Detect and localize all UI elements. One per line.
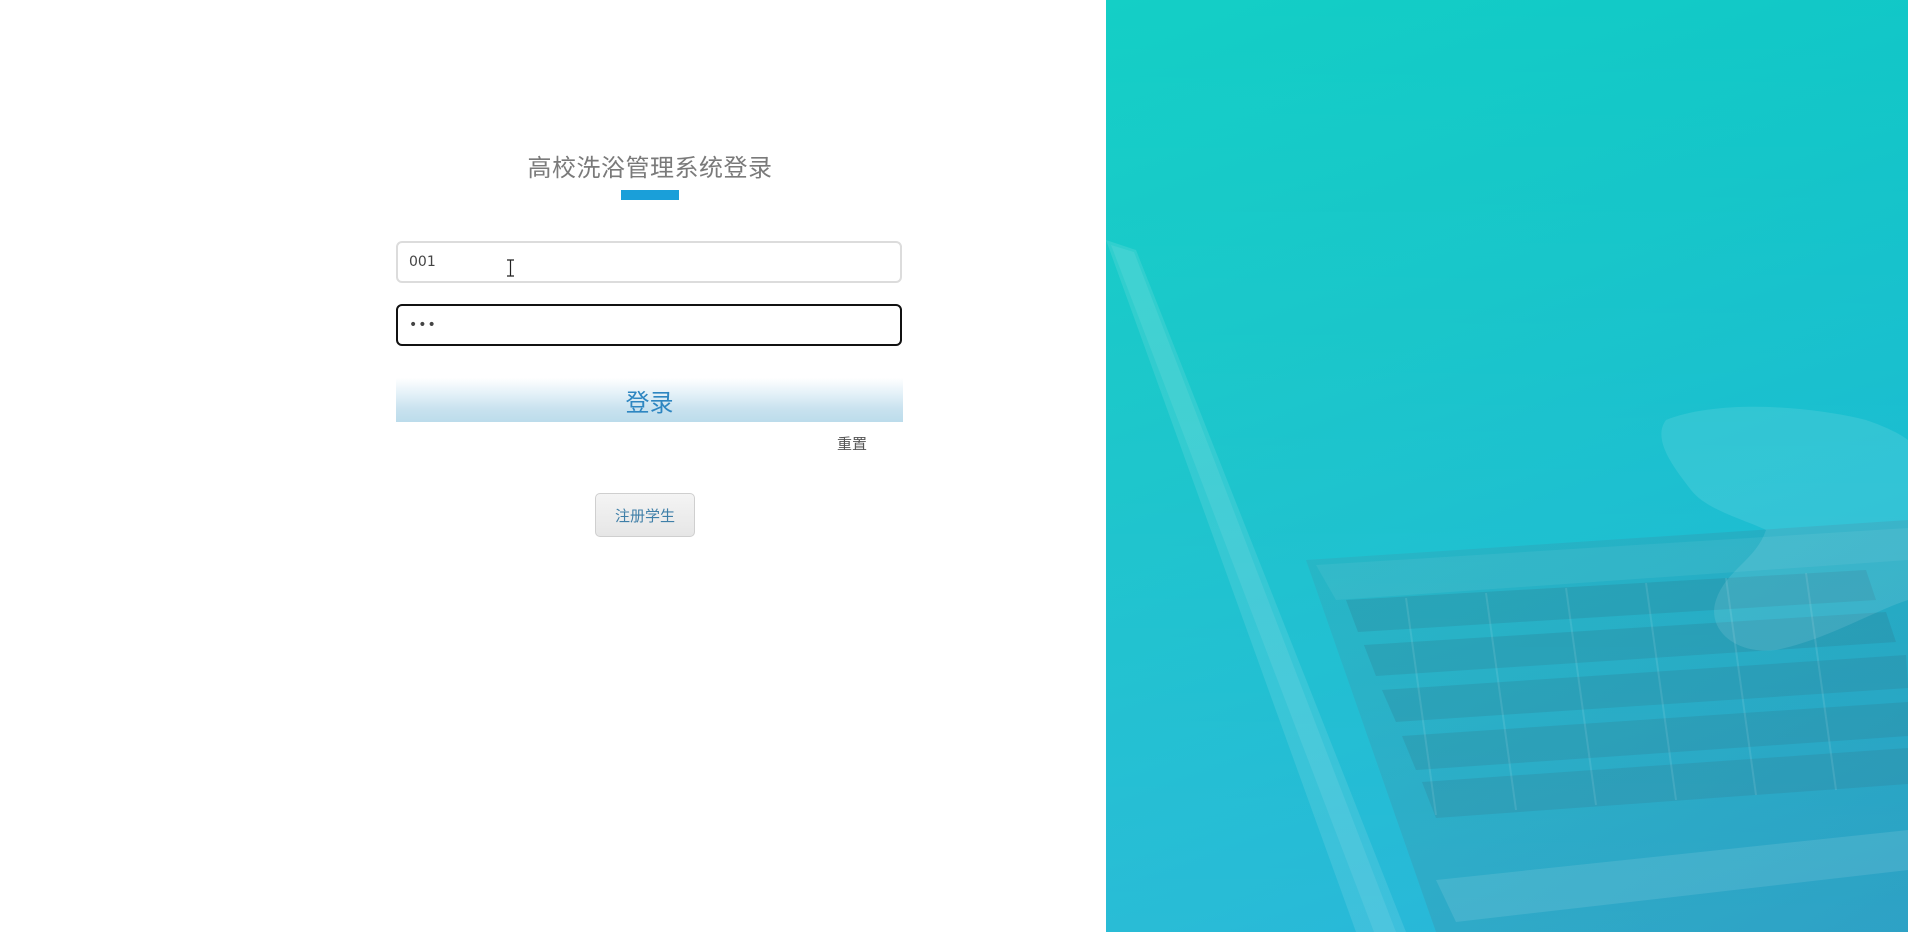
text-cursor-icon xyxy=(507,259,514,277)
login-page: 高校洗浴管理系统登录 登录 重置 注册学生 xyxy=(0,0,1908,932)
register-student-button[interactable]: 注册学生 xyxy=(595,493,695,537)
title-underline xyxy=(621,190,679,200)
username-input[interactable] xyxy=(396,241,902,283)
password-input[interactable] xyxy=(396,304,902,346)
login-button[interactable]: 登录 xyxy=(396,378,903,422)
laptop-illustration xyxy=(1106,0,1908,932)
login-panel: 高校洗浴管理系统登录 登录 重置 注册学生 xyxy=(0,0,1106,932)
page-title: 高校洗浴管理系统登录 xyxy=(527,154,773,182)
reset-button[interactable]: 重置 xyxy=(837,433,867,454)
hero-image-panel xyxy=(1106,0,1908,932)
